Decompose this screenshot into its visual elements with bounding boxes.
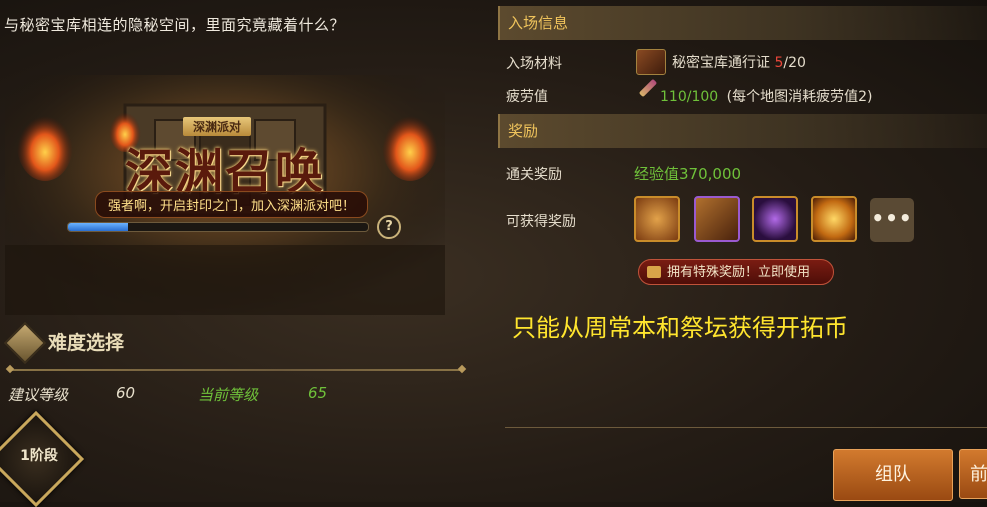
banner-subtitle: 强者啊，开启封印之门，加入深渊派对吧！ (95, 191, 369, 218)
entry-material-label: 入场材料 (506, 56, 562, 72)
stage-progress-bar (67, 222, 369, 232)
entry-material-value: 秘密宝库通行证 5/20 (672, 52, 806, 72)
mask-icon[interactable] (634, 196, 680, 242)
divider (10, 369, 462, 371)
overlay-note: 只能从周常本和祭坛获得开拓币 (512, 314, 848, 342)
fatigue-note: (每个地图消耗疲劳值2) (726, 89, 873, 105)
current-level-label: 当前等级 (198, 386, 259, 404)
divider (505, 427, 987, 428)
clear-reward-label: 通关奖励 (506, 167, 562, 183)
difficulty-icon (3, 321, 47, 365)
obtainable-reward-label: 可获得奖励 (506, 214, 576, 230)
gift-icon (647, 266, 661, 278)
team-button[interactable]: 组队 (833, 449, 953, 501)
recommended-level-label: 建议等级 (8, 386, 69, 404)
special-reward-button[interactable]: 拥有特殊奖励！立即使用 (638, 259, 834, 285)
more-rewards-button[interactable]: ••• (870, 198, 914, 242)
dungeon-description: 与秘密宝库相连的隐秘空间，里面究竟藏着什么？ (4, 16, 346, 34)
chest-icon[interactable] (694, 196, 740, 242)
enter-button[interactable]: 前 (959, 449, 987, 499)
fatigue-label: 疲劳值 (506, 89, 548, 105)
help-icon[interactable]: ? (377, 215, 401, 239)
fatigue-value: 110/100 (660, 89, 719, 105)
current-level-value: 65 (308, 384, 328, 402)
special-reward-text: 拥有特殊奖励！立即使用 (667, 265, 811, 280)
fatigue-icon (638, 78, 658, 98)
golden-orb-icon[interactable] (811, 196, 857, 242)
difficulty-label: 难度选择 (48, 332, 125, 354)
material-name: 秘密宝库通行证 (672, 55, 770, 71)
material-total: /20 (783, 55, 806, 71)
purple-crystal-icon[interactable] (752, 196, 798, 242)
fatigue-value-row: 110/100 (每个地图消耗疲劳值2) (660, 86, 872, 106)
dungeon-banner: 深渊派对 深渊召唤 强者啊，开启封印之门，加入深渊派对吧！ ? (5, 75, 445, 315)
recommended-level-value: 60 (116, 384, 136, 402)
stage-label: 1阶段 (20, 448, 58, 464)
pass-ticket-icon[interactable] (636, 49, 666, 75)
entry-info-header: 入场信息 (498, 6, 987, 40)
clear-reward-value: 经验值370,000 (634, 165, 742, 183)
stage-progress-fill (68, 223, 128, 231)
reward-header: 奖励 (498, 114, 987, 148)
